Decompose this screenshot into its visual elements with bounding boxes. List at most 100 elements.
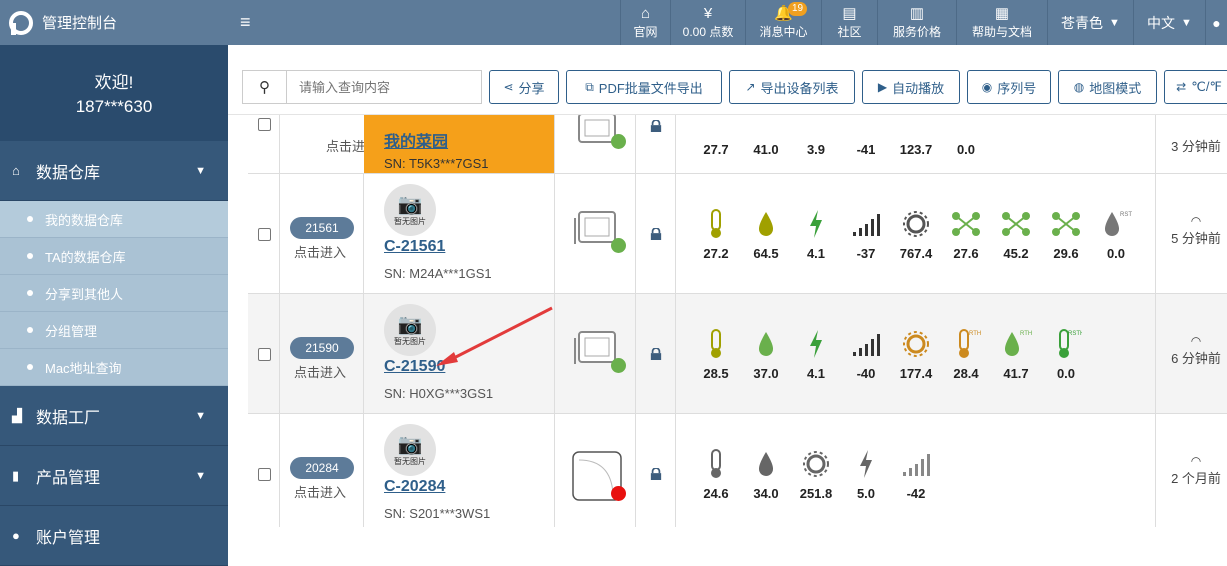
menu-data-factory[interactable]: ▟ 数据工厂 ▼ [0, 386, 228, 446]
search-icon[interactable]: ⚲ [243, 71, 287, 103]
theme-select[interactable]: 苍青色 ▼ [1047, 0, 1133, 45]
chevron-down-icon: ▼ [195, 164, 206, 177]
lock-icon[interactable] [649, 468, 663, 480]
top-bar: 管理控制台 ≡ ⌂ 官网 ¥ 0.00 点数 🔔 19 消息中心 ▤ 社区 ▥ … [0, 0, 1227, 45]
sensor-cell: 27.2 64.5 4.1 -37 767.4 27.6 45.2 29.6 R… [676, 174, 1156, 293]
logo-icon [9, 10, 33, 35]
thermometer-icon [711, 209, 721, 238]
home-icon: ⌂ [12, 163, 20, 178]
share-button[interactable]: ⋖ 分享 [489, 70, 559, 104]
sub-item-label: 分组管理 [45, 323, 98, 339]
enter-link[interactable]: 点击进入 [294, 242, 346, 261]
thumb-label: 暂无图片 [394, 216, 426, 226]
bullet-icon [27, 364, 33, 370]
sub-item-my-warehouse[interactable]: 我的数据仓库 [0, 201, 228, 238]
sensor-value: 3.9 [806, 142, 826, 157]
row-checkbox[interactable] [258, 348, 271, 361]
probe-icon [952, 212, 980, 236]
status-dot [611, 238, 626, 253]
home-icon: ⌂ [640, 5, 651, 22]
nav-home[interactable]: ⌂ 官网 [620, 0, 670, 45]
user-icon: ● [1212, 14, 1221, 31]
signal-sensor: -42 [894, 448, 938, 501]
button-label: 序列号 [997, 80, 1037, 96]
status-dot [611, 486, 626, 501]
sub-item-ta-warehouse[interactable]: TA的数据仓库 [0, 238, 228, 275]
pdf-export-button[interactable]: ⧉ PDF批量文件导出 [566, 70, 722, 104]
last-update-text: 5 分钟前 [1171, 231, 1221, 246]
device-sn: SN: M24A***1GS1 [384, 266, 492, 281]
nav-help[interactable]: ▦ 帮助与文档 [956, 0, 1047, 45]
row-checkbox[interactable] [258, 118, 271, 131]
lightning-icon [860, 450, 872, 478]
row-checkbox[interactable] [258, 228, 271, 241]
serial-button[interactable]: ◉ 序列号 [967, 70, 1051, 104]
id-cell: 21590 点击进入 [280, 294, 364, 413]
sensor-value: 27.7 [703, 142, 729, 157]
device-name[interactable]: 我的菜园 [384, 128, 448, 152]
light-sensor: 767.4 [894, 208, 938, 261]
name-cell: 📷 暂无图片 C-21561 SN: M24A***1GS1 [364, 174, 555, 293]
sensor-value: 37.0 [753, 366, 779, 381]
sun-icon [803, 451, 829, 477]
sensor-value: 0.0 [1056, 366, 1076, 381]
rsth-sensor: RSTH 0.0 [1094, 208, 1138, 261]
thumb-label: 暂无图片 [394, 456, 426, 466]
menu-label: 产品管理 [36, 469, 101, 487]
button-label: PDF批量文件导出 [598, 80, 703, 96]
language-select[interactable]: 中文 ▼ [1133, 0, 1205, 45]
brand[interactable]: 管理控制台 [0, 0, 228, 45]
map-mode-button[interactable]: ◍ 地图模式 [1058, 70, 1157, 104]
humidity-sensor: 34.0 [744, 448, 788, 501]
rsth-thermometer-icon: RSTH [1059, 329, 1082, 358]
lightning-icon [810, 210, 822, 238]
sensor-value: 0.0 [1106, 246, 1126, 261]
sub-item-share[interactable]: 分享到其他人 [0, 275, 228, 312]
last-update: ◠ 2 个月前 [1166, 454, 1226, 487]
sensor-value: -41 [856, 142, 876, 157]
welcome-panel: 欢迎! 187***630 [0, 45, 228, 141]
nav-points[interactable]: ¥ 0.00 点数 [670, 0, 745, 45]
lock-icon[interactable] [649, 120, 663, 132]
camera-icon: 📷 [397, 433, 423, 456]
nav-community[interactable]: ▤ 社区 [821, 0, 877, 45]
device-list: 点击进入 我的菜园 SN: T5K3***7GS1 27.7 41.0 3.9 … [248, 115, 1227, 527]
rsth-value: 0.0 [944, 136, 988, 157]
name-cell: 📷 暂无图片 C-20284 SN: S201***3WS1 [364, 414, 555, 527]
sub-item-mac-lookup[interactable]: Mac地址查询 [0, 349, 228, 386]
nav-messages[interactable]: 🔔 19 消息中心 [745, 0, 821, 45]
device-id-badge: 21561 [290, 217, 354, 239]
menu-data-warehouse[interactable]: ⌂ 数据仓库 ▼ [0, 141, 228, 201]
search-input[interactable] [287, 71, 481, 103]
sub-item-groups[interactable]: 分组管理 [0, 312, 228, 349]
enter-link[interactable]: 点击进入 [294, 362, 346, 381]
voltage-sensor: 4.1 [794, 328, 838, 381]
menu-product[interactable]: ▮ 产品管理 ▼ [0, 446, 228, 506]
camera-icon: 📷 [397, 313, 423, 336]
lock-icon[interactable] [649, 228, 663, 240]
wifi-icon: ◠ [1190, 454, 1202, 468]
export-devices-button[interactable]: ↗ 导出设备列表 [729, 70, 855, 104]
enter-link[interactable]: 点击进入 [294, 482, 346, 501]
autoplay-button[interactable]: ▶ 自动播放 [862, 70, 960, 104]
row-checkbox[interactable] [258, 468, 271, 481]
sensor-value: 41.7 [1003, 366, 1029, 381]
sensor-value: 24.6 [703, 486, 729, 501]
device-sn: SN: H0XG***3GS1 [384, 386, 494, 401]
nav-pricing[interactable]: ▥ 服务价格 [877, 0, 956, 45]
device-name[interactable]: C-21561 [384, 238, 445, 256]
rth-temperature-sensor: RTH 28.4 [944, 328, 988, 381]
lock-icon[interactable] [649, 348, 663, 360]
sensor-value: 177.4 [899, 366, 933, 381]
user-avatar[interactable]: ● [1205, 0, 1227, 45]
time-cell: ◠ 2 个月前 [1156, 414, 1227, 527]
chart-icon: ▟ [12, 407, 22, 423]
signal-bars-icon [853, 334, 880, 356]
device-name[interactable]: C-20284 [384, 478, 445, 496]
theme-value: 苍青色 [1061, 14, 1104, 31]
humidity-sensor: 37.0 [744, 328, 788, 381]
unit-toggle-button[interactable]: ⇄ ℃/℉ [1164, 70, 1227, 104]
menu-toggle-icon[interactable]: ≡ [240, 12, 251, 33]
time-cell: ◠ 6 分钟前 [1156, 294, 1227, 413]
menu-account[interactable]: ● 账户管理 [0, 506, 228, 566]
